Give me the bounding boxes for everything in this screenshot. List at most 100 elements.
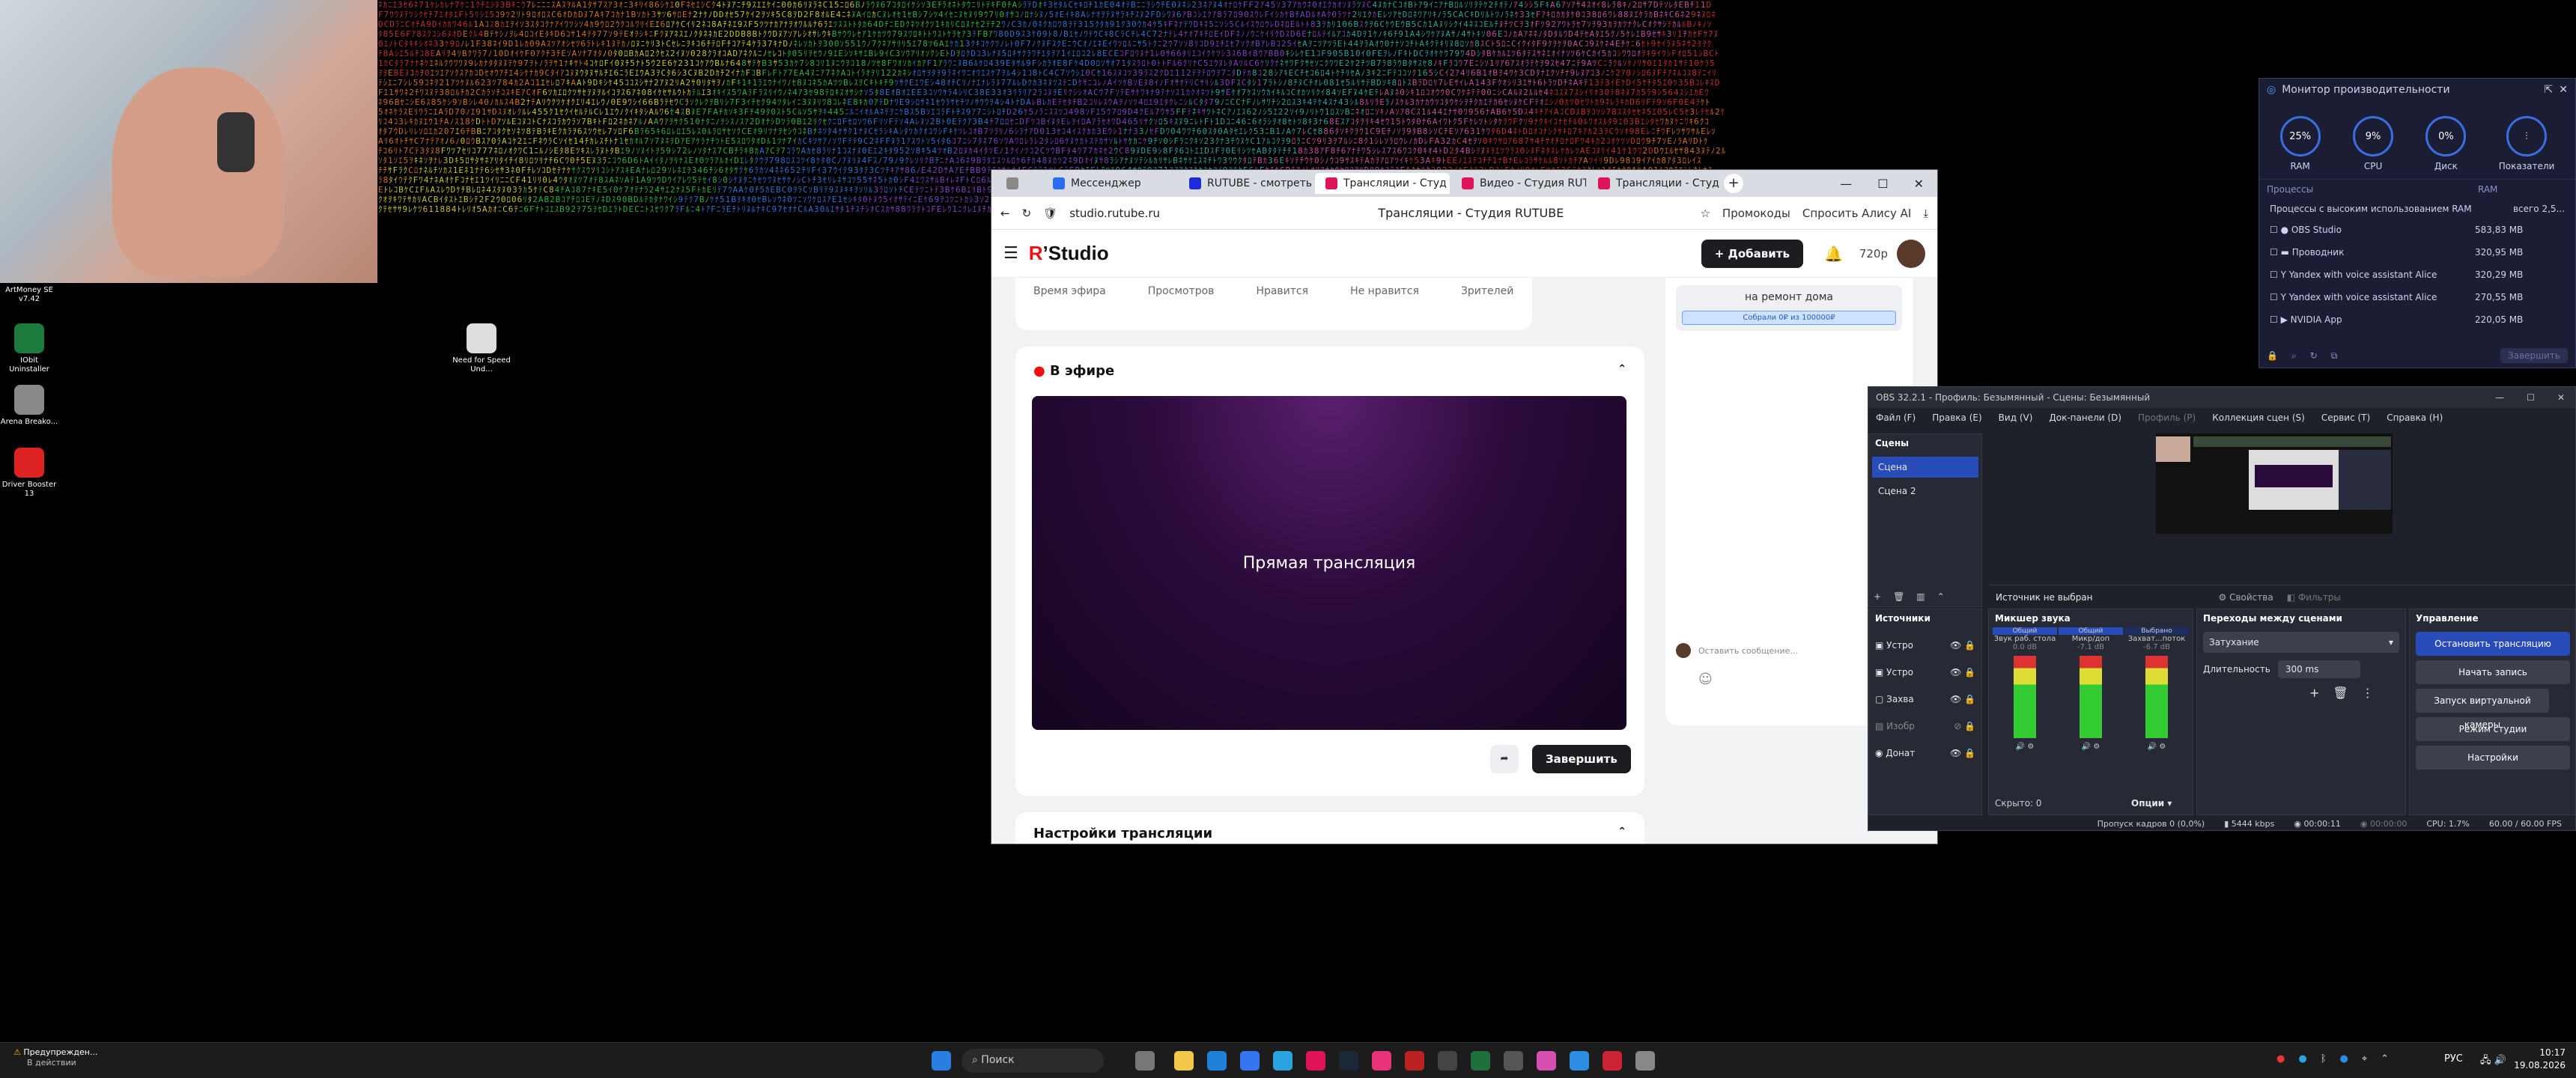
trash-icon[interactable]: 🗑 <box>2333 686 2348 700</box>
filters-button[interactable]: ◧ Фильтры <box>2287 592 2341 603</box>
clock[interactable]: 10:17 19.08.2026 <box>2512 1047 2566 1072</box>
desktop-icon-iobit[interactable]: IObit Uninstaller <box>0 323 58 374</box>
telegram-icon[interactable] <box>1273 1051 1292 1071</box>
tab-streams-active[interactable]: Трансляции - Студ✕ <box>1315 173 1450 194</box>
tab-group-icon[interactable] <box>996 173 1041 194</box>
minimize-icon[interactable]: — <box>2495 392 2504 403</box>
app-icon[interactable] <box>1504 1051 1523 1071</box>
volume-meter[interactable] <box>2145 656 2168 738</box>
desktop-icon-artmoney[interactable]: ArtMoney SE v7.42 <box>0 286 58 304</box>
options-button[interactable]: Опции ▾ <box>2131 798 2172 808</box>
add-button[interactable]: + Добавить <box>1701 239 1803 268</box>
studio-mode-button[interactable]: Режим студии <box>2416 717 2570 741</box>
scene-item-1[interactable]: Сцена <box>1872 457 1978 478</box>
pin-icon[interactable]: ⇱ <box>2545 84 2554 96</box>
refresh-icon[interactable]: ↻ <box>2310 350 2318 362</box>
properties-button[interactable]: ⚙ Свойства <box>2219 592 2273 603</box>
maximize-icon[interactable]: ☐ <box>2527 392 2535 403</box>
filter-icon[interactable]: ⧉ <box>2331 350 2338 362</box>
menu-profile[interactable]: Профиль (P) <box>2138 412 2196 423</box>
speaker-icon[interactable]: 🔊 ⚙ <box>2124 743 2189 751</box>
scene-item-2[interactable]: Сцена 2 <box>1872 481 1978 502</box>
chevron-up-icon[interactable]: ⌃ <box>2381 1053 2389 1065</box>
source-item-5[interactable]: ◉ Донат 👁 🔒 <box>1875 740 1975 767</box>
start-icon[interactable] <box>932 1051 951 1071</box>
close-window-icon[interactable]: ✕ <box>1914 177 1924 191</box>
app-icon[interactable] <box>1372 1051 1391 1071</box>
task-view-icon[interactable] <box>1135 1051 1155 1071</box>
duration-field[interactable]: 300 ms <box>2277 660 2360 678</box>
maximize-icon[interactable]: ☐ <box>1877 177 1888 191</box>
menu-icon[interactable]: ☰ <box>1003 244 1018 263</box>
volume-meter[interactable] <box>2014 656 2036 738</box>
menu-help[interactable]: Справка (H) <box>2387 412 2443 423</box>
desktop-icon-nfs[interactable]: Need for Speed Und... <box>452 323 511 374</box>
app-icon[interactable] <box>1603 1051 1622 1071</box>
bluetooth-icon[interactable]: ᛒ <box>2321 1053 2327 1065</box>
stream-player[interactable]: Прямая трансляция <box>1032 396 1626 730</box>
finish-button[interactable]: Завершить <box>1532 745 1631 773</box>
volume-meter[interactable] <box>2080 656 2102 738</box>
desktop-icon-arena[interactable]: Arena Breako... <box>0 385 58 427</box>
emoji-icon[interactable]: ☺ <box>1698 672 1713 687</box>
process-row[interactable]: ☐ Y Yandex with voice assistant Alice 320… <box>2270 264 2565 286</box>
speaker-icon[interactable]: 🔊 ⚙ <box>1993 743 2057 751</box>
tab-videos[interactable]: Видео - Студия RUT <box>1451 173 1586 194</box>
alice-button[interactable]: Спросить Алису AI <box>1802 207 1912 220</box>
minimize-icon[interactable]: — <box>1840 177 1852 191</box>
menu-edit[interactable]: Правка (E) <box>1932 412 1981 423</box>
iobit-icon[interactable] <box>1471 1051 1490 1071</box>
more-icon[interactable]: ⋮ <box>2362 686 2374 700</box>
tab-streams-2[interactable]: Трансляции - Студ <box>1588 173 1722 194</box>
process-row[interactable]: ☐ ▶ NVIDIA App 220,05 MB <box>2270 308 2565 331</box>
collapse-icon[interactable]: ⌃ <box>1617 363 1626 375</box>
share-icon[interactable]: ➦ <box>1490 745 1519 773</box>
search-box[interactable]: ⌕ Поиск <box>962 1049 1104 1073</box>
add-icon[interactable]: + <box>2309 686 2319 700</box>
speaker-icon[interactable]: 🔊 ⚙ <box>2059 743 2123 751</box>
tray-icon[interactable]: ● <box>2340 1053 2348 1065</box>
edge-icon[interactable] <box>1240 1051 1260 1071</box>
metrics-gauge[interactable]: ⫶ Показатели <box>2499 116 2554 171</box>
steam-icon[interactable] <box>1339 1051 1358 1071</box>
bookmark-icon[interactable]: ☆ <box>1700 207 1710 220</box>
menu-view[interactable]: Вид (V) <box>1999 412 2033 423</box>
add-icon[interactable]: + <box>1874 591 1881 602</box>
chat-input[interactable]: Оставить сообщение... <box>1698 646 1798 656</box>
promo-link[interactable]: Промокоды <box>1722 207 1790 220</box>
source-item-2[interactable]: ▣ Устро 👁 🔒 <box>1875 659 1975 686</box>
tab-messenger[interactable]: Мессенджер <box>1042 173 1177 194</box>
downloads-icon[interactable]: ⤓ <box>1923 207 1928 220</box>
filter-icon[interactable]: ▥ <box>1916 591 1925 602</box>
source-item-4[interactable]: ▨ Изобр ⊘ 🔒 <box>1875 713 1975 740</box>
language-indicator[interactable]: РУС <box>2444 1053 2463 1065</box>
source-item-1[interactable]: ▣ Устро 👁 🔒 <box>1875 632 1975 659</box>
tray-icon[interactable]: ● <box>2298 1053 2306 1065</box>
app-icon[interactable] <box>1537 1051 1556 1071</box>
search-icon[interactable]: ⌕ <box>2291 350 2297 362</box>
source-item-3[interactable]: ▢ Захва 👁 🔒 <box>1875 686 1975 713</box>
transition-select[interactable]: Затухание ▾ <box>2203 632 2399 653</box>
close-icon[interactable]: ✕ <box>2557 392 2565 403</box>
ram-gauge[interactable]: 25% RAM <box>2279 116 2321 171</box>
app-icon[interactable] <box>1570 1051 1589 1071</box>
process-row[interactable]: ☐ ● OBS Studio 583,83 MB <box>2270 219 2565 241</box>
settings-button[interactable]: Настройки <box>2416 746 2570 770</box>
studio-logo[interactable]: R’Studio <box>1029 242 1109 265</box>
store-icon[interactable] <box>1207 1051 1227 1071</box>
close-icon[interactable]: ✕ <box>2559 84 2568 96</box>
collapse-icon[interactable]: ⌃ <box>1617 826 1626 838</box>
quality-label[interactable]: 720p <box>1859 247 1888 261</box>
trash-icon[interactable]: 🗑 <box>1893 591 1904 602</box>
menu-docks[interactable]: Док-панели (D) <box>2049 412 2121 423</box>
virtual-camera-button[interactable]: Запуск виртуальной камеры <box>2416 689 2549 730</box>
tab-rutube[interactable]: RUTUBE - смотреть о <box>1179 173 1313 194</box>
app-icon[interactable] <box>1405 1051 1424 1071</box>
reload-icon[interactable]: ↻ <box>1022 207 1032 220</box>
back-icon[interactable]: ← <box>1000 207 1010 220</box>
lock-icon[interactable]: 🔒 <box>2267 350 2278 362</box>
up-icon[interactable]: ⌃ <box>1937 591 1945 602</box>
obs-preview[interactable] <box>2156 433 2393 534</box>
disk-gauge[interactable]: 0% Диск <box>2425 116 2467 171</box>
notice-widget[interactable]: ⚠ Предупрежден... В действии <box>13 1047 97 1068</box>
